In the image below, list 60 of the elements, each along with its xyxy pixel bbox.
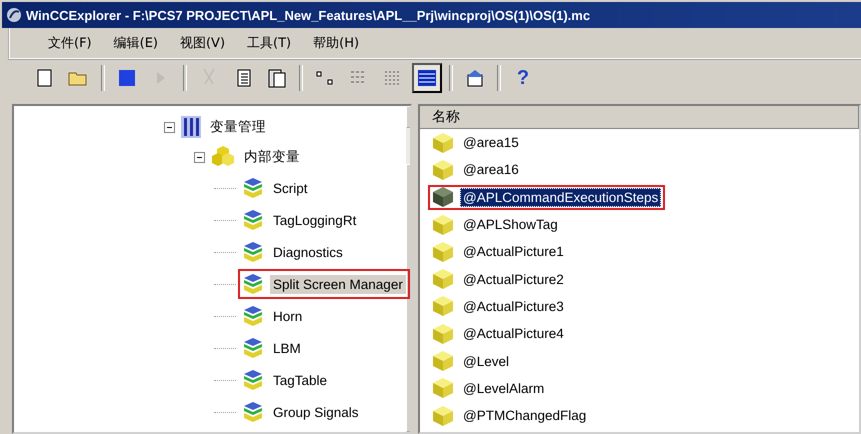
properties-icon	[465, 69, 485, 87]
tree-item[interactable]: Horn	[270, 306, 306, 326]
cube-icon	[432, 404, 454, 427]
list-item[interactable]: @ActualPicture2	[460, 270, 567, 289]
cube-icon	[432, 240, 454, 263]
list-item[interactable]: @APLShowTag	[460, 215, 561, 234]
list-item[interactable]: @area16	[460, 160, 522, 180]
tree-item[interactable]: TagLoggingRt	[270, 210, 360, 230]
menu-item[interactable]: 工具(T)	[247, 34, 292, 52]
toolbar-button[interactable]: ?	[508, 63, 538, 93]
layer-stack-icon	[242, 273, 264, 295]
menu-item[interactable]: 文件(F)	[48, 34, 92, 52]
list-item[interactable]: @LevelAlarm	[460, 378, 548, 398]
layer-stack-icon	[242, 209, 264, 231]
cube-icon	[432, 295, 454, 318]
bars-icon	[181, 116, 201, 138]
layer-stack-icon	[242, 369, 264, 391]
new-document-icon	[37, 69, 53, 87]
list-item[interactable]: @ActualPicture4	[460, 324, 567, 344]
list-item[interactable]: @PTMChangedFlag	[460, 406, 590, 426]
layer-stack-icon	[242, 401, 264, 423]
square-icon	[118, 69, 136, 87]
details-view-icon	[417, 69, 437, 87]
menu-item[interactable]: 帮助(H)	[313, 34, 360, 52]
list-item[interactable]: @ActualPicture1	[460, 242, 567, 262]
cube-icon	[432, 132, 454, 154]
layer-stack-icon	[242, 177, 264, 199]
tree-item[interactable]: 变量管理	[207, 116, 269, 138]
tree-item[interactable]: Diagnostics	[270, 242, 346, 262]
toolbar-button[interactable]	[412, 63, 442, 93]
menu-item[interactable]: 编辑(E)	[114, 34, 158, 52]
app-logo-icon	[6, 7, 22, 23]
large-icons-icon	[316, 70, 334, 86]
cube-icon	[432, 350, 454, 372]
list-item[interactable]: @APLCommandExecutionSteps	[460, 188, 662, 207]
tree-item[interactable]: Script	[270, 178, 311, 198]
list-item[interactable]: @area15	[460, 133, 522, 152]
list-item[interactable]: @ActualPicture3	[460, 296, 567, 316]
column-header[interactable]: 名称	[420, 106, 859, 129]
cube-icon	[432, 186, 454, 208]
tree-item[interactable]: 内部变量	[241, 146, 303, 168]
layer-stack-icon	[242, 305, 264, 327]
layer-stack-icon	[242, 241, 264, 263]
list-item[interactable]: @Level	[460, 352, 512, 371]
cube-icon	[432, 214, 454, 236]
tree-item[interactable]: LBM	[270, 338, 304, 358]
cube-icon	[432, 158, 454, 181]
tree-item[interactable]: TagTable	[270, 370, 330, 390]
cube-icon	[432, 268, 454, 290]
collapse-toggle[interactable]	[194, 152, 205, 162]
tree-item[interactable]: Group Signals	[270, 402, 362, 422]
paste-icon	[268, 68, 286, 88]
collapse-toggle[interactable]	[164, 122, 175, 132]
window-title: WinCCExplorer - F:\PCS7 PROJECT\APL_New_Features\APL__Prj\wincproj\OS(1)\OS(1).mc	[26, 8, 590, 22]
layer-stack-icon	[242, 337, 264, 359]
cube-icon	[432, 377, 454, 400]
cube-icon	[432, 322, 454, 345]
menu-item[interactable]: 视图(V)	[180, 34, 226, 52]
cubes-icon	[211, 146, 235, 168]
tree-item[interactable]: Split Screen Manager	[270, 274, 406, 294]
